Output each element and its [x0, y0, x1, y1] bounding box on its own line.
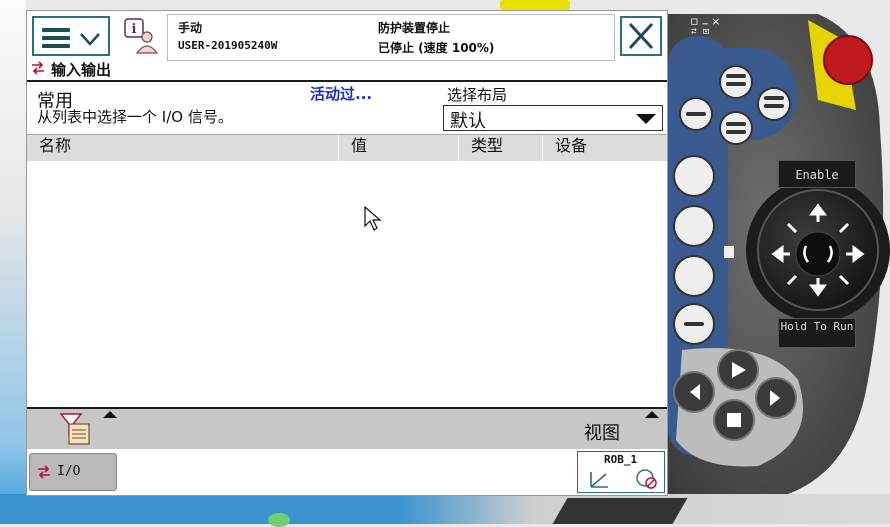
column-header-name[interactable]: 名称	[27, 135, 339, 161]
quickset-robot-button[interactable]: ROB_1	[577, 451, 665, 493]
system-name: USER-201905240W	[178, 39, 278, 52]
dropdown-arrow-icon	[636, 114, 656, 124]
status-panel[interactable]: 手动 USER-201905240W 防护装置停止 已停止 (速度 100%)	[167, 14, 748, 61]
filter-icon[interactable]	[59, 412, 99, 446]
layout-select[interactable]: 默认	[443, 105, 663, 132]
motion-state: 已停止 (速度 100%)	[378, 41, 495, 55]
svg-text:i: i	[132, 22, 137, 37]
pendant-screen: i 手动 USER-201905240W 防护装置停止 已停止 (速度 100%…	[26, 10, 748, 496]
view-expand-icon	[645, 411, 659, 418]
operating-mode: 手动	[178, 21, 203, 35]
column-header-type[interactable]: 类型	[459, 135, 543, 161]
close-icon	[628, 22, 654, 50]
column-header-device[interactable]: 设备	[543, 135, 667, 161]
section-description: 从列表中选择一个 I/O 信号。	[37, 108, 233, 126]
robot-label: ROB_1	[604, 453, 638, 466]
flexpendant-device	[668, 14, 890, 494]
app-title: 输入输出	[51, 61, 112, 79]
menu-icon	[42, 28, 70, 48]
active-filter-link[interactable]: 活动过...	[310, 83, 372, 104]
safety-state: 防护装置停止	[378, 21, 451, 35]
coordinate-frame-icon	[590, 472, 608, 488]
view-menu-button[interactable]: 视图	[584, 419, 620, 445]
main-menu-button[interactable]	[32, 16, 110, 56]
top-bar: i 手动 USER-201905240W 防护装置停止 已停止 (速度 100%…	[27, 11, 748, 61]
background-object	[552, 498, 688, 524]
signal-table-body[interactable]	[27, 161, 667, 407]
background-scene	[0, 0, 26, 524]
filter-expand-icon	[103, 411, 117, 418]
switch-icon	[691, 28, 697, 34]
layout-label: 选择布局	[447, 86, 508, 104]
mouse-cursor-icon	[364, 206, 382, 231]
taskbar-io-label: I/O	[57, 464, 81, 479]
io-arrows-icon	[38, 465, 50, 479]
window-controls	[691, 18, 719, 34]
hold-to-run-button[interactable]: Hold To Run	[778, 318, 856, 348]
command-bar: 视图	[27, 407, 667, 453]
layout-selected-value: 默认	[450, 111, 486, 132]
event-log-info-icon[interactable]: i	[123, 17, 159, 55]
signal-table-header: 名称 值 类型 设备	[27, 134, 667, 162]
taskbar-io-button[interactable]: I/O	[29, 453, 117, 491]
enable-button[interactable]: Enable	[778, 160, 856, 188]
chevron-down-icon	[80, 33, 100, 46]
increment-off-icon	[636, 469, 657, 489]
io-arrows-icon	[32, 61, 44, 75]
maximize-icon	[691, 18, 698, 25]
app-title-bar: 输入输出	[27, 58, 667, 82]
taskbar: I/O ROB_1	[27, 449, 667, 495]
background-marker	[268, 513, 290, 527]
background-object-top	[500, 0, 570, 10]
column-header-value[interactable]: 值	[339, 135, 459, 161]
close-button[interactable]	[620, 16, 662, 56]
background-floor	[0, 494, 890, 524]
